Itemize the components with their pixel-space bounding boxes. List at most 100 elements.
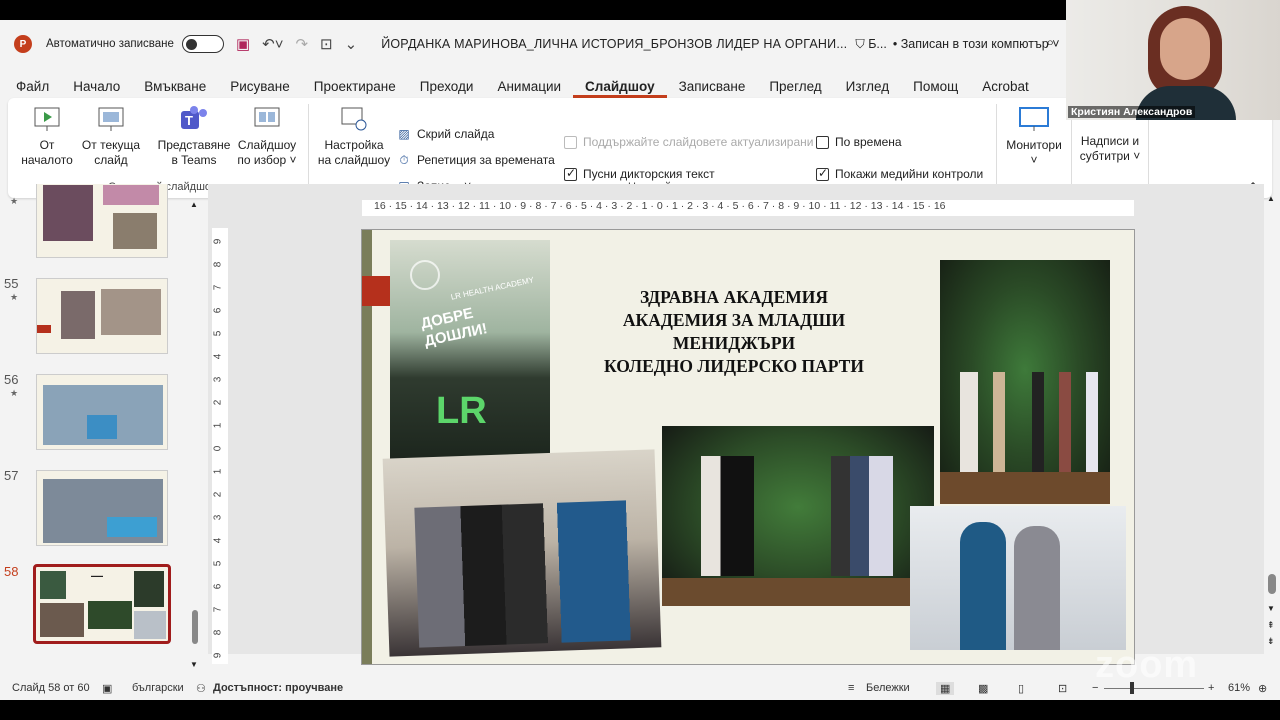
scroll-down-icon[interactable]: ▼ bbox=[190, 660, 198, 669]
keep-updated-checkbox[interactable]: Поддържайте слайдовете актуализирани bbox=[564, 135, 813, 149]
slide-sorter-icon[interactable]: ▩ bbox=[978, 682, 988, 695]
next-slide-icon[interactable]: ⇟ bbox=[1267, 636, 1275, 647]
thumbnails-scrollbar[interactable]: ▲ ▼ bbox=[190, 200, 200, 670]
zoom-level[interactable]: 61% bbox=[1228, 682, 1250, 694]
spellcheck-icon[interactable]: ▣ bbox=[102, 682, 112, 695]
photo-group-night[interactable] bbox=[940, 260, 1110, 504]
scroll-up-icon[interactable]: ▲ bbox=[190, 200, 198, 209]
accessibility-status[interactable]: Достъпност: проучване bbox=[213, 682, 343, 694]
slide-thumbnail-active[interactable]: ▬▬▬ bbox=[33, 564, 171, 644]
title-line-1: ЗДРАВНА АКАДЕМИЯ bbox=[639, 287, 829, 307]
tab-9[interactable]: Преглед bbox=[757, 79, 833, 98]
keep-updated-check[interactable] bbox=[564, 135, 577, 149]
autosave-toggle[interactable] bbox=[181, 35, 224, 53]
accessibility-icon[interactable]: ⚇ bbox=[196, 682, 206, 695]
slide-thumbnail[interactable] bbox=[36, 278, 168, 354]
notes-button[interactable]: Бележки bbox=[866, 682, 910, 694]
show-media-controls-checkbox[interactable]: Покажи медийни контроли bbox=[816, 166, 984, 181]
present-in-teams-button[interactable]: T Представяне в Teams bbox=[156, 104, 232, 168]
monitor-icon bbox=[1019, 104, 1049, 134]
present-teams-label-1: Представяне bbox=[157, 138, 231, 152]
tab-1[interactable]: Начало bbox=[61, 79, 132, 98]
rehearse-timings-button[interactable]: ⏱ Репетиция за времената bbox=[396, 153, 554, 168]
customize-toolbar-icon[interactable]: ⌄ bbox=[345, 35, 358, 53]
sensitivity-label[interactable]: ⛉ Б... bbox=[855, 37, 886, 52]
reading-view-icon[interactable]: ▯ bbox=[1018, 682, 1024, 695]
custom-show-icon bbox=[252, 104, 282, 134]
from-current-label-2: слайд bbox=[94, 153, 128, 167]
animation-star-icon: ★ bbox=[10, 388, 19, 398]
hide-slide-icon: ▨ bbox=[398, 127, 410, 141]
monitors-button[interactable]: Монитори ˅ bbox=[1004, 104, 1064, 168]
zoom-in-icon[interactable]: + bbox=[1208, 682, 1214, 694]
zoom-slider-track[interactable] bbox=[1104, 688, 1204, 689]
present-icon[interactable]: ⊡ bbox=[320, 35, 333, 53]
photo-pair-backdrop[interactable] bbox=[910, 506, 1126, 650]
tab-10[interactable]: Изглед bbox=[834, 79, 902, 98]
autosave-label: Автоматично записване bbox=[46, 38, 174, 50]
play-narration-checkbox[interactable]: Пусни дикторския текст bbox=[564, 166, 715, 181]
tab-8[interactable]: Записване bbox=[667, 79, 758, 98]
custom-show-label-2: по избор ˅ bbox=[237, 153, 297, 167]
tab-6[interactable]: Анимации bbox=[485, 79, 573, 98]
slide-title[interactable]: ЗДРАВНА АКАДЕМИЯ АКАДЕМИЯ ЗА МЛАДШИ МЕНИ… bbox=[584, 286, 884, 378]
photo-people bbox=[960, 372, 1110, 472]
scroll-up-icon[interactable]: ▲ bbox=[1267, 194, 1275, 203]
slideshow-view-icon[interactable]: ⊡ bbox=[1058, 682, 1067, 695]
photo-people bbox=[682, 456, 922, 576]
scroll-down-icon[interactable]: ▼ bbox=[1267, 604, 1275, 613]
normal-view-icon[interactable]: ▦ bbox=[936, 682, 955, 695]
photo-person bbox=[1014, 526, 1060, 650]
keep-updated-label: Поддържайте слайдовете актуализирани bbox=[583, 135, 813, 149]
setup-slideshow-button[interactable]: Настройка на слайдшоу bbox=[314, 104, 394, 168]
video-participant-tile[interactable]: Кристиян Александров bbox=[1066, 0, 1280, 120]
tab-4[interactable]: Проектиране bbox=[302, 79, 408, 98]
photo-health-academy[interactable]: LR HEALTH ACADEMY ДОБРЕ ДОШЛИ! LR bbox=[390, 240, 550, 470]
saved-status-text: • Записан в този компютър bbox=[892, 37, 1049, 51]
play-from-start-icon bbox=[32, 104, 62, 134]
slide-thumbnail[interactable] bbox=[36, 470, 168, 546]
tab-11[interactable]: Помощ bbox=[901, 79, 970, 98]
editor-scrollbar[interactable]: ▲ ▼ ⇞ ⇟ bbox=[1264, 184, 1280, 654]
hide-slide-button[interactable]: ▨ Скрий слайда bbox=[396, 127, 494, 141]
tab-0[interactable]: Файл bbox=[0, 79, 61, 98]
fit-to-window-icon[interactable]: ⊕ bbox=[1258, 682, 1267, 695]
from-beginning-button[interactable]: От началото bbox=[18, 104, 76, 168]
tab-12[interactable]: Acrobat bbox=[970, 79, 1041, 98]
show-media-label: Покажи медийни контроли bbox=[835, 167, 984, 181]
captions-subtitles-button[interactable]: Надписи и субтитри ˅ bbox=[1076, 118, 1144, 164]
document-title[interactable]: ЙОРДАНКА МАРИНОВА_ЛИЧНА ИСТОРИЯ_БРОНЗОВ … bbox=[381, 37, 847, 51]
tab-2[interactable]: Вмъкване bbox=[132, 79, 218, 98]
search-icon[interactable]: ⌕ bbox=[1046, 34, 1054, 51]
setup-label-2: на слайдшоу bbox=[317, 153, 391, 167]
previous-slide-icon[interactable]: ⇞ bbox=[1267, 620, 1275, 631]
language-indicator[interactable]: български bbox=[132, 682, 184, 694]
use-timings-check[interactable] bbox=[816, 135, 829, 149]
slide-counter[interactable]: Слайд 58 от 60 bbox=[12, 682, 90, 694]
from-current-slide-button[interactable]: От текуща слайд bbox=[78, 104, 144, 168]
use-timings-checkbox[interactable]: По времена bbox=[816, 135, 902, 149]
current-slide[interactable]: LR HEALTH ACADEMY ДОБРЕ ДОШЛИ! LR ЗДРАВН… bbox=[361, 229, 1135, 665]
editor-scroll-thumb[interactable] bbox=[1268, 574, 1276, 594]
custom-slideshow-button[interactable]: Слайдшоу по избор ˅ bbox=[234, 104, 300, 168]
undo-icon[interactable]: ↶˅ bbox=[262, 35, 283, 53]
ruler-tick: 6 bbox=[212, 307, 224, 314]
play-narration-check[interactable] bbox=[564, 166, 577, 181]
saved-status[interactable]: • Записан в този компютър ˅ bbox=[893, 37, 1060, 51]
show-media-check[interactable] bbox=[816, 166, 829, 181]
notes-icon[interactable]: ≡ bbox=[848, 682, 854, 694]
thumbnails-scroll-thumb[interactable] bbox=[192, 610, 198, 644]
tab-5[interactable]: Преходи bbox=[408, 79, 486, 98]
photo-group-table[interactable] bbox=[382, 449, 662, 657]
redo-icon[interactable]: ↷ bbox=[295, 35, 308, 53]
slide-thumbnail[interactable] bbox=[36, 374, 168, 450]
tab-3[interactable]: Рисуване bbox=[218, 79, 302, 98]
tab-7[interactable]: Слайдшоу bbox=[573, 79, 667, 98]
save-icon[interactable]: ▣ bbox=[236, 35, 250, 53]
photo-group-lr-hedge[interactable] bbox=[662, 426, 934, 606]
animation-star-icon: ★ bbox=[10, 196, 19, 206]
captions-label-2: субтитри ˅ bbox=[1079, 149, 1141, 163]
ruler-tick: 4 bbox=[212, 353, 224, 360]
slide-thumbnail[interactable] bbox=[36, 184, 168, 258]
lr-logo-icon: LR bbox=[436, 390, 487, 432]
